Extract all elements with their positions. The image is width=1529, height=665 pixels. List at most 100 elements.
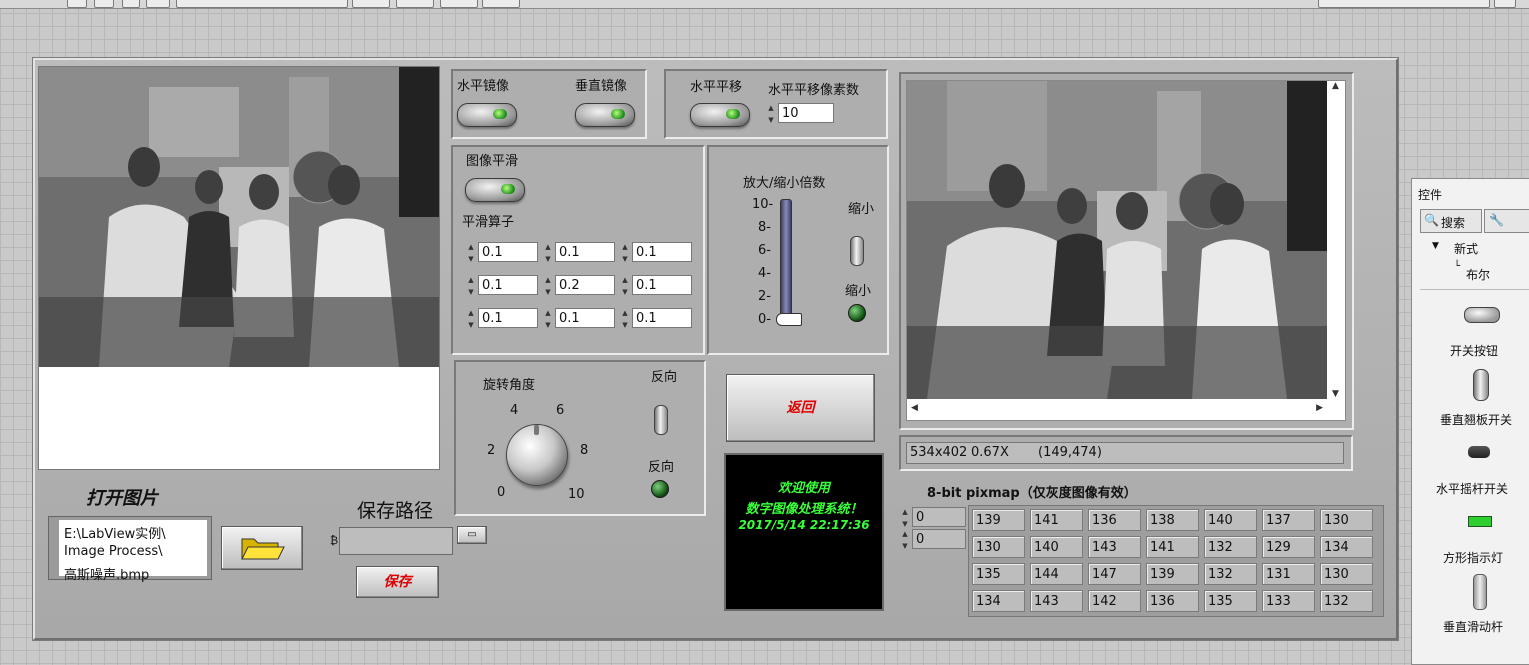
palette-item-label[interactable]: 垂直滑动杆	[1443, 618, 1503, 635]
operator-value[interactable]: 0.1	[478, 242, 538, 262]
pixel-cell[interactable]: 140	[1030, 536, 1083, 558]
save-button[interactable]: 保存	[356, 566, 439, 598]
vertical-rocker-icon[interactable]	[1473, 369, 1489, 401]
pixel-cell[interactable]: 143	[1030, 590, 1083, 612]
run-continuous-button[interactable]	[94, 0, 114, 8]
operator-cell[interactable]: ▲ ▼ 0.1	[620, 241, 694, 265]
pixmap-row-index[interactable]: ▲ ▼ 0	[900, 506, 966, 530]
spin-arrows-icon[interactable]: ▲ ▼	[543, 241, 553, 265]
operator-value[interactable]: 0.2	[555, 275, 615, 295]
spin-arrows-icon[interactable]: ▲ ▼	[900, 528, 910, 552]
square-led-icon[interactable]	[1468, 516, 1492, 527]
resize-button[interactable]	[440, 0, 478, 8]
operator-value[interactable]: 0.1	[632, 275, 692, 295]
horizontal-shift-toggle[interactable]	[690, 103, 750, 127]
vertical-scrollbar[interactable]: ▲ ▼	[1328, 81, 1343, 399]
scroll-left-icon[interactable]: ◀	[911, 403, 918, 413]
operator-cell[interactable]: ▲ ▼ 0.1	[466, 307, 540, 331]
browse-folder-button[interactable]	[221, 526, 303, 570]
reorder-button[interactable]	[482, 0, 520, 8]
pixel-cell[interactable]: 134	[972, 590, 1025, 612]
operator-cell[interactable]: ▲ ▼ 0.1	[620, 274, 694, 298]
palette-search-tab[interactable]: 🔍 搜索	[1420, 209, 1482, 233]
pixel-cell[interactable]: 139	[972, 509, 1025, 531]
operator-cell[interactable]: ▲ ▼ 0.2	[543, 274, 617, 298]
toggle-button-icon[interactable]	[1464, 307, 1500, 323]
expand-arrow-icon[interactable]: ▼	[1432, 241, 1439, 251]
pixmap-col-index[interactable]: ▲ ▼ 0	[900, 528, 966, 552]
shift-pixels-input[interactable]: 10	[778, 103, 834, 123]
vertical-slider-icon[interactable]	[1473, 574, 1487, 610]
pixel-cell[interactable]: 147	[1088, 563, 1141, 585]
image-smoothing-toggle[interactable]	[465, 178, 525, 202]
col-index-value[interactable]: 0	[912, 529, 966, 549]
operator-value[interactable]: 0.1	[478, 275, 538, 295]
pixel-cell[interactable]: 137	[1262, 509, 1315, 531]
spin-arrows-icon[interactable]: ▲ ▼	[766, 102, 776, 126]
spin-arrows-icon[interactable]: ▲ ▼	[466, 307, 476, 331]
pixel-cell[interactable]: 132	[1320, 590, 1373, 612]
palette-item-label[interactable]: 方形指示灯	[1443, 549, 1503, 566]
search-field[interactable]	[1318, 0, 1490, 8]
zoom-direction-switch[interactable]	[850, 236, 864, 266]
spin-arrows-icon[interactable]: ▲ ▼	[900, 506, 910, 530]
spin-arrows-icon[interactable]: ▲ ▼	[620, 307, 630, 331]
pause-button[interactable]	[146, 0, 170, 8]
pixel-cell[interactable]: 139	[1146, 563, 1199, 585]
vertical-mirror-toggle[interactable]	[575, 103, 635, 127]
row-index-value[interactable]: 0	[912, 507, 966, 527]
operator-cell[interactable]: ▲ ▼ 0.1	[466, 274, 540, 298]
pixel-cell[interactable]: 135	[972, 563, 1025, 585]
horizontal-scrollbar[interactable]: ◀ ▶	[907, 401, 1327, 417]
palette-item-label[interactable]: 水平摇杆开关	[1436, 480, 1508, 497]
font-dropdown[interactable]	[176, 0, 348, 8]
result-image-display[interactable]: ▲ ▼ ◀ ▶	[906, 80, 1346, 421]
operator-value[interactable]: 0.1	[632, 242, 692, 262]
pixel-cell[interactable]: 138	[1146, 509, 1199, 531]
align-button[interactable]	[352, 0, 390, 8]
return-button[interactable]: 返回	[726, 374, 875, 442]
operator-value[interactable]: 0.1	[478, 308, 538, 328]
operator-value[interactable]: 0.1	[555, 242, 615, 262]
reverse-switch[interactable]	[654, 405, 668, 435]
horizontal-lever-icon[interactable]	[1468, 446, 1490, 458]
zoom-slider-thumb[interactable]	[776, 313, 802, 326]
pixel-cell[interactable]: 131	[1262, 563, 1315, 585]
operator-cell[interactable]: ▲ ▼ 0.1	[620, 307, 694, 331]
palette-item-label[interactable]: 垂直翘板开关	[1440, 411, 1512, 428]
pixel-cell[interactable]: 141	[1030, 509, 1083, 531]
tree-item-new[interactable]: 新式	[1454, 240, 1478, 257]
scroll-up-icon[interactable]: ▲	[1328, 81, 1343, 91]
help-button[interactable]	[1494, 0, 1516, 8]
spin-arrows-icon[interactable]: ▲ ▼	[543, 274, 553, 298]
rotation-knob[interactable]	[506, 424, 568, 486]
abort-button[interactable]	[122, 0, 140, 8]
pixel-cell[interactable]: 132	[1204, 536, 1257, 558]
shift-pixels-control[interactable]: ▲ ▼ 10	[766, 102, 838, 126]
pixel-cell[interactable]: 140	[1204, 509, 1257, 531]
zoom-slider-track[interactable]	[780, 199, 792, 325]
pixel-cell[interactable]: 130	[1320, 509, 1373, 531]
operator-cell[interactable]: ▲ ▼ 0.1	[543, 307, 617, 331]
spin-arrows-icon[interactable]: ▲ ▼	[543, 307, 553, 331]
save-path-browse-button[interactable]: ▭	[457, 526, 487, 544]
scroll-down-icon[interactable]: ▼	[1328, 389, 1343, 399]
spin-arrows-icon[interactable]: ▲ ▼	[466, 274, 476, 298]
operator-cell[interactable]: ▲ ▼ 0.1	[466, 241, 540, 265]
operator-value[interactable]: 0.1	[555, 308, 615, 328]
distribute-button[interactable]	[396, 0, 434, 8]
pixel-cell[interactable]: 134	[1320, 536, 1373, 558]
pixel-cell[interactable]: 144	[1030, 563, 1083, 585]
spin-arrows-icon[interactable]: ▲ ▼	[620, 241, 630, 265]
pixel-cell[interactable]: 132	[1204, 563, 1257, 585]
pixel-cell[interactable]: 142	[1088, 590, 1141, 612]
palette-customize-tab[interactable]: 🔧	[1484, 209, 1529, 233]
save-path-input[interactable]	[339, 527, 453, 555]
pixel-cell[interactable]: 141	[1146, 536, 1199, 558]
tree-item-boolean[interactable]: 布尔	[1466, 266, 1490, 283]
operator-cell[interactable]: ▲ ▼ 0.1	[543, 241, 617, 265]
pixel-cell[interactable]: 130	[972, 536, 1025, 558]
horizontal-mirror-toggle[interactable]	[457, 103, 517, 127]
pixel-cell[interactable]: 133	[1262, 590, 1315, 612]
scroll-right-icon[interactable]: ▶	[1316, 403, 1323, 413]
